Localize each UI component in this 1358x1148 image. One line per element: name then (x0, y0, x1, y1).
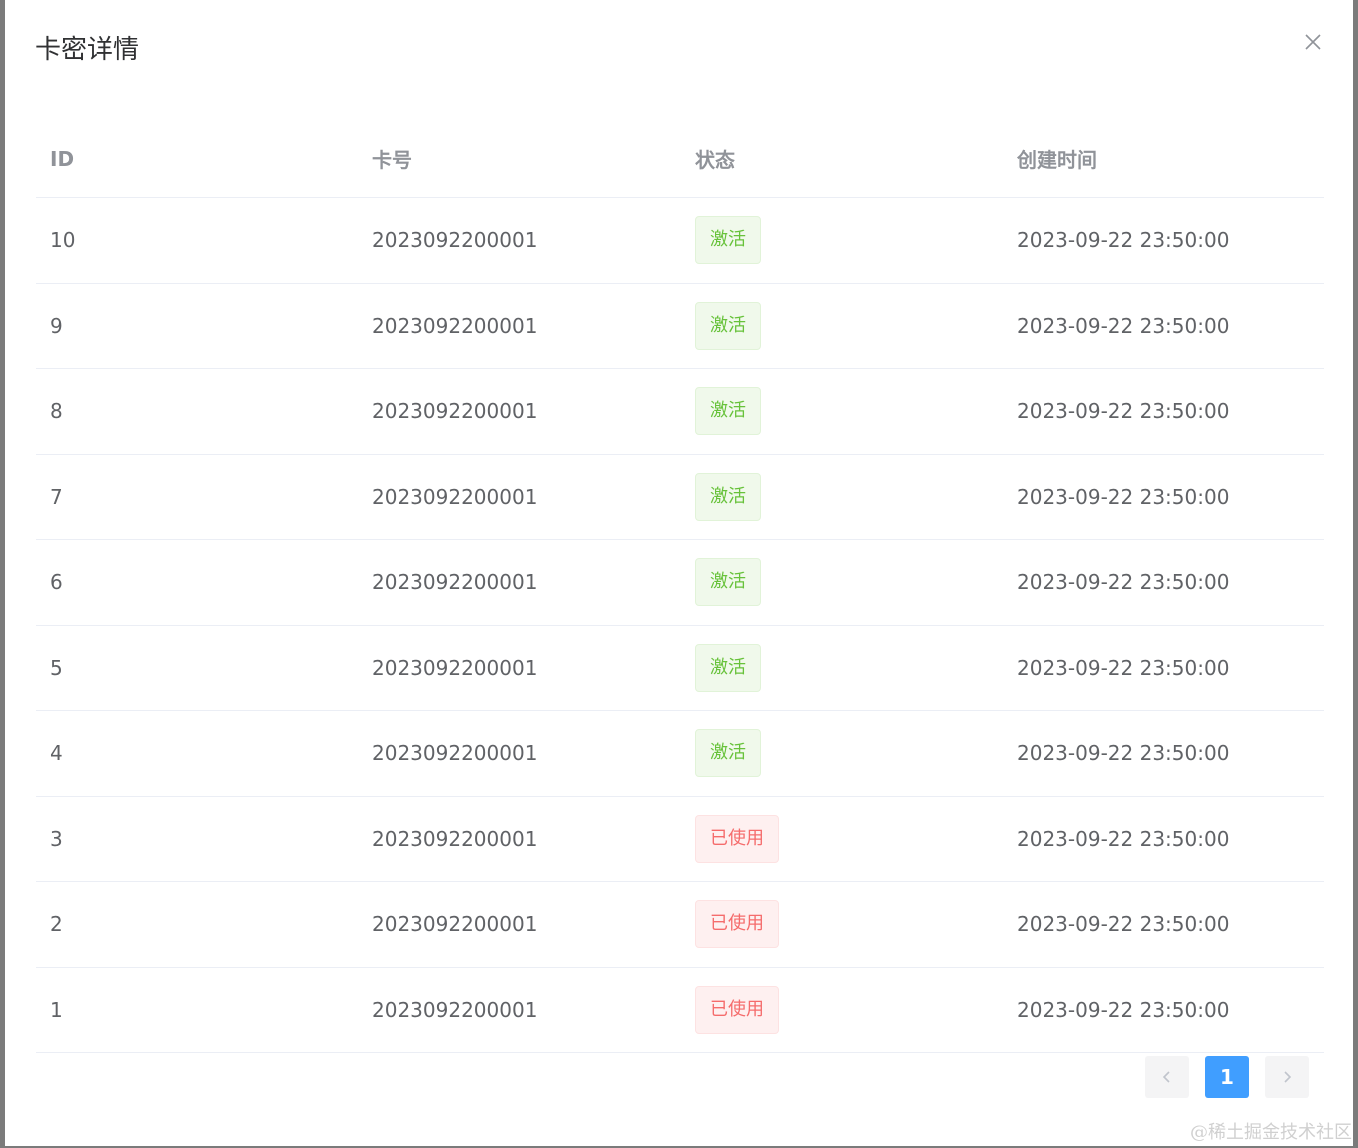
cell-status: 激活 (681, 643, 1003, 692)
cell-card-no: 2023092200001 (372, 570, 538, 595)
next-page-button[interactable] (1265, 1056, 1309, 1098)
table-body: 10 2023092200001 激活 2023-09-22 23:50:00 9 202… (36, 198, 1324, 1053)
table-row: 6 2023092200001 激活 2023-09-22 23:50:00 (36, 540, 1324, 626)
table-row: 5 2023092200001 激活 2023-09-22 23:50:00 (36, 626, 1324, 711)
card-table: ID 卡号 状态 创建时间 10 2023092200001 激活 2023-09-2… (36, 120, 1324, 1053)
cell-id: 3 (50, 826, 63, 851)
pagination: 1 (1145, 1056, 1309, 1098)
cell-id: 2 (50, 912, 63, 937)
prev-page-button[interactable] (1145, 1056, 1189, 1098)
cell-created-at: 2023-09-22 23:50:00 (1017, 484, 1230, 509)
cell-id: 5 (50, 655, 63, 680)
cell-created-at: 2023-09-22 23:50:00 (1017, 228, 1230, 253)
table-row: 3 2023092200001 已使用 2023-09-22 23:50:00 (36, 797, 1324, 882)
cell-card-no: 2023092200001 (372, 655, 538, 680)
cell-status: 已使用 (681, 814, 1003, 863)
status-tag: 激活 (695, 558, 761, 607)
cell-status: 激活 (681, 216, 1003, 265)
cell-card-no: 2023092200001 (372, 741, 538, 766)
cell-created-at: 2023-09-22 23:50:00 (1017, 570, 1230, 595)
status-tag: 激活 (695, 472, 761, 521)
header-card-no: 卡号 (372, 148, 412, 172)
cell-card-no: 2023092200001 (372, 484, 538, 509)
chevron-right-icon (1284, 1071, 1292, 1083)
status-tag: 激活 (695, 387, 761, 436)
cell-id: 4 (50, 741, 63, 766)
cell-id: 6 (50, 570, 63, 595)
cell-card-no: 2023092200001 (372, 912, 538, 937)
cell-id: 1 (50, 997, 63, 1022)
table-row: 7 2023092200001 激活 2023-09-22 23:50:00 (36, 455, 1324, 540)
close-button[interactable] (1301, 30, 1325, 54)
cell-card-no: 2023092200001 (372, 399, 538, 424)
cell-id: 10 (50, 228, 76, 253)
status-tag: 已使用 (695, 985, 779, 1034)
status-tag: 已使用 (695, 900, 779, 949)
cell-created-at: 2023-09-22 23:50:00 (1017, 741, 1230, 766)
cell-card-no: 2023092200001 (372, 228, 538, 253)
table-row: 10 2023092200001 激活 2023-09-22 23:50:00 (36, 198, 1324, 284)
cell-created-at: 2023-09-22 23:50:00 (1017, 313, 1230, 338)
dialog-title: 卡密详情 (35, 35, 140, 65)
table-row: 8 2023092200001 激活 2023-09-22 23:50:00 (36, 369, 1324, 455)
cell-status: 激活 (681, 387, 1003, 436)
status-tag: 激活 (695, 301, 761, 350)
cell-created-at: 2023-09-22 23:50:00 (1017, 912, 1230, 937)
cell-card-no: 2023092200001 (372, 313, 538, 338)
table-row: 9 2023092200001 激活 2023-09-22 23:50:00 (36, 284, 1324, 369)
status-tag: 已使用 (695, 814, 779, 863)
cell-status: 已使用 (681, 985, 1003, 1034)
header-id: ID (50, 146, 75, 171)
table-row: 1 2023092200001 已使用 2023-09-22 23:50:00 (36, 968, 1324, 1053)
watermark: @稀土掘金技术社区 (1190, 1122, 1352, 1143)
cell-status: 激活 (681, 729, 1003, 778)
table-row: 2 2023092200001 已使用 2023-09-22 23:50:00 (36, 882, 1324, 968)
cell-id: 7 (50, 484, 63, 509)
table-header: ID 卡号 状态 创建时间 (36, 120, 1324, 198)
status-tag: 激活 (695, 643, 761, 692)
cell-status: 激活 (681, 558, 1003, 607)
cell-status: 已使用 (681, 900, 1003, 949)
chevron-left-icon (1162, 1071, 1170, 1083)
card-detail-dialog: 卡密详情 ID 卡号 状态 创建时间 10 2023092200001 激活 2023… (5, 0, 1353, 1146)
status-tag: 激活 (695, 216, 761, 265)
cell-status: 激活 (681, 301, 1003, 350)
header-status: 状态 (695, 148, 735, 172)
page-number-button[interactable]: 1 (1205, 1056, 1249, 1098)
cell-created-at: 2023-09-22 23:50:00 (1017, 399, 1230, 424)
cell-card-no: 2023092200001 (372, 997, 538, 1022)
status-tag: 激活 (695, 729, 761, 778)
cell-created-at: 2023-09-22 23:50:00 (1017, 997, 1230, 1022)
header-created-at: 创建时间 (1017, 148, 1097, 172)
cell-id: 9 (50, 313, 63, 338)
cell-card-no: 2023092200001 (372, 826, 538, 851)
cell-id: 8 (50, 399, 63, 424)
cell-created-at: 2023-09-22 23:50:00 (1017, 826, 1230, 851)
close-icon (1305, 34, 1321, 50)
table-row: 4 2023092200001 激活 2023-09-22 23:50:00 (36, 711, 1324, 797)
cell-created-at: 2023-09-22 23:50:00 (1017, 655, 1230, 680)
cell-status: 激活 (681, 472, 1003, 521)
